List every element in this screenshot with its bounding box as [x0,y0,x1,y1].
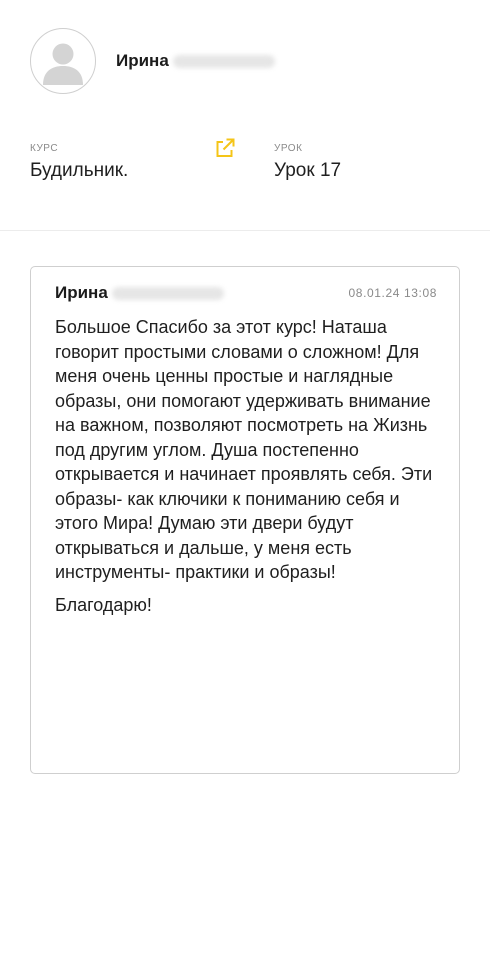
user-header: Ирина [30,28,275,94]
avatar[interactable] [30,28,96,94]
comment-header: Ирина 08.01.24 13:08 [55,283,437,303]
comment-date: 08.01.24 13:08 [348,286,437,300]
lesson-label: УРОК [274,143,303,154]
comment-closing: Благодарю! [55,594,152,615]
course-info: КУРС Будильник. [30,143,128,182]
comment-text: Большое Спасибо за этот курс! Наташа гов… [55,317,433,582]
comment-author-first-name: Ирина [55,283,108,302]
external-link-icon[interactable] [214,137,236,159]
blurred-surname [111,286,224,300]
comment-author: Ирина [55,283,224,303]
comment-body: Большое Спасибо за этот курс! Наташа гов… [55,315,445,625]
lesson-meta: КУРС Будильник. УРОК Урок 17 [30,138,460,193]
blurred-surname [172,54,275,68]
user-first-name: Ирина [116,51,169,70]
lesson-value: Урок 17 [274,160,342,181]
comment-card: Ирина 08.01.24 13:08 Большое Спасибо за … [30,266,460,774]
user-name: Ирина [116,51,275,71]
course-label: КУРС [30,143,59,154]
course-value: Будильник. [30,160,129,181]
user-silhouette-icon [43,43,83,85]
section-divider [0,230,490,231]
lesson-info: УРОК Урок 17 [274,143,341,182]
